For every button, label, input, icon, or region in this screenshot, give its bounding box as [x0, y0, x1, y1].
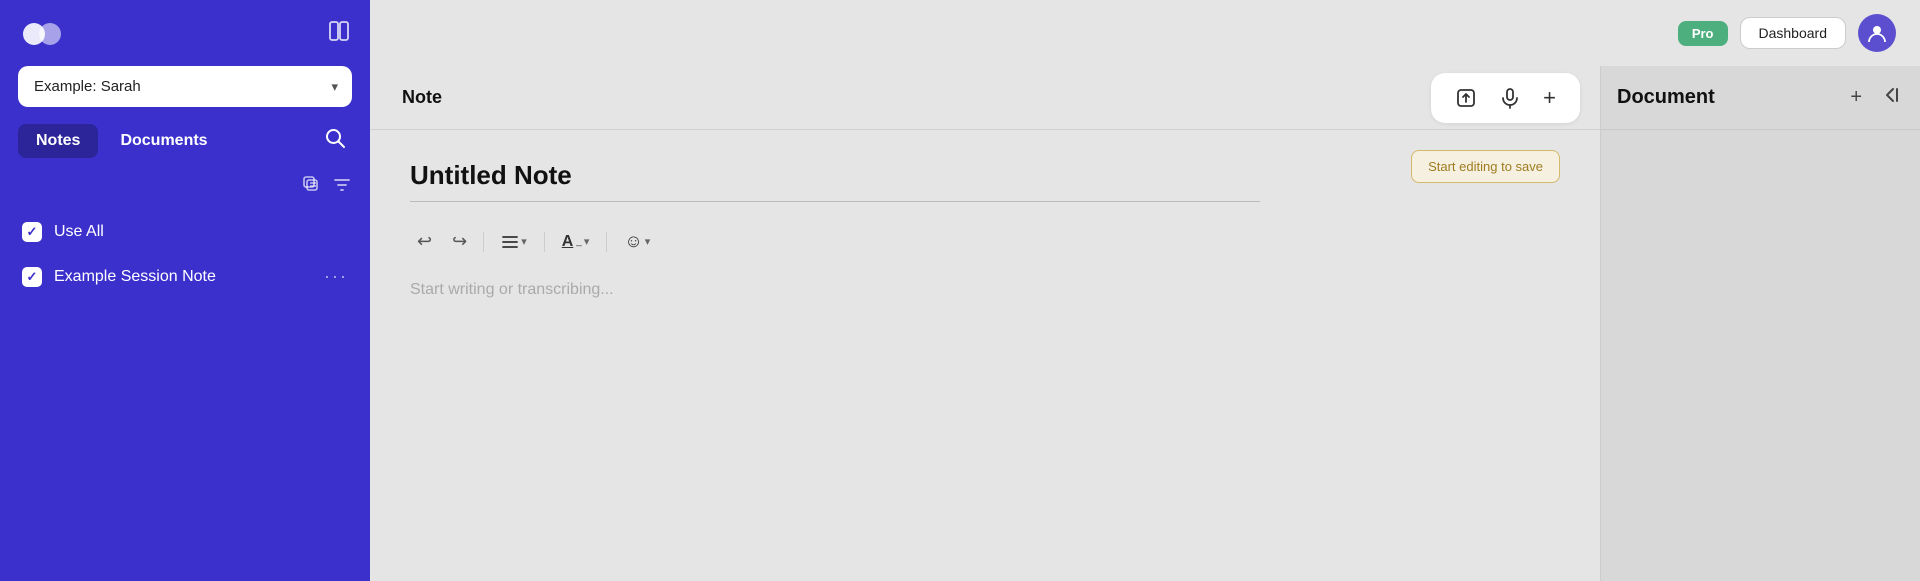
text-format-dropdown[interactable]: A _ ▾ [554, 228, 598, 256]
more-options-icon[interactable]: ··· [324, 266, 348, 287]
tab-notes[interactable]: Notes [18, 124, 98, 158]
search-icon[interactable] [318, 121, 352, 161]
document-collapse-button[interactable] [1876, 81, 1904, 115]
checkmark-icon: ✓ [27, 224, 38, 240]
text-format-chevron-icon: ▾ [584, 235, 590, 248]
client-select[interactable]: Example: Sarah [18, 66, 352, 107]
note-panel: Note [370, 66, 1600, 581]
upload-button[interactable] [1447, 83, 1485, 113]
sidebar-tabs: Notes Documents [0, 121, 370, 161]
client-select-container: Example: Sarah ▾ [18, 66, 352, 107]
main-area: Pro Dashboard Note [370, 0, 1920, 581]
align-icon [501, 233, 519, 251]
note-header-actions: + [1431, 73, 1580, 123]
note-title-input[interactable] [410, 160, 1260, 202]
avatar[interactable] [1858, 14, 1896, 52]
emoji-chevron-icon: ▾ [645, 235, 651, 248]
toolbar-divider [606, 232, 607, 252]
undo-button[interactable]: ↩ [410, 226, 439, 257]
dashboard-button[interactable]: Dashboard [1740, 17, 1847, 49]
document-panel: Document + [1600, 66, 1920, 581]
toolbar-divider [544, 232, 545, 252]
content-area: Note [370, 66, 1920, 581]
emoji-icon: ☺ [624, 231, 642, 252]
filter-icon[interactable] [332, 175, 352, 200]
checkmark-icon: ✓ [27, 269, 38, 285]
toolbar-divider [483, 232, 484, 252]
add-button[interactable]: + [1535, 81, 1564, 115]
microphone-button[interactable] [1491, 83, 1529, 113]
document-add-button[interactable]: + [1846, 82, 1866, 113]
text-format-icon: A [562, 233, 574, 251]
topbar: Pro Dashboard [370, 0, 1920, 66]
document-body [1601, 130, 1920, 581]
note-toolbar: ↩ ↪ ▾ [410, 222, 1560, 257]
pro-badge: Pro [1678, 21, 1728, 46]
use-all-label: Use All [54, 223, 348, 241]
note-header-title: Note [402, 87, 1431, 108]
sidebar-top [0, 0, 370, 60]
sidebar: Example: Sarah ▾ Notes Documents [0, 0, 370, 581]
tab-documents[interactable]: Documents [102, 124, 225, 158]
note-placeholder: Start writing or transcribing... [410, 273, 1560, 299]
sidebar-list: ✓ Use All ✓ Example Session Note ··· [0, 208, 370, 301]
redo-button[interactable]: ↪ [445, 226, 474, 257]
emoji-dropdown[interactable]: ☺ ▾ [616, 226, 658, 257]
alignment-chevron-icon: ▾ [521, 235, 527, 248]
document-header-actions: + [1846, 81, 1904, 115]
use-all-checkbox[interactable]: ✓ [22, 222, 42, 242]
list-item[interactable]: ✓ Example Session Note ··· [10, 256, 360, 297]
note-header: Note [370, 66, 1600, 130]
alignment-dropdown[interactable]: ▾ [493, 228, 535, 256]
client-select-wrapper: Example: Sarah ▾ [18, 66, 352, 107]
layout-toggle-icon[interactable] [328, 20, 350, 48]
document-panel-title: Document [1617, 86, 1846, 109]
save-hint-label: Start editing to save [1411, 150, 1560, 183]
example-note-label: Example Session Note [54, 268, 312, 286]
list-item[interactable]: ✓ Use All [10, 212, 360, 252]
sidebar-tools [0, 171, 370, 208]
logo-icon [20, 18, 64, 50]
logo [20, 18, 64, 50]
example-note-checkbox[interactable]: ✓ [22, 267, 42, 287]
document-header: Document + [1601, 66, 1920, 130]
copy-icon[interactable] [302, 175, 322, 200]
underline-bar: _ [576, 236, 582, 247]
note-body: Start editing to save ↩ ↪ [370, 130, 1600, 581]
